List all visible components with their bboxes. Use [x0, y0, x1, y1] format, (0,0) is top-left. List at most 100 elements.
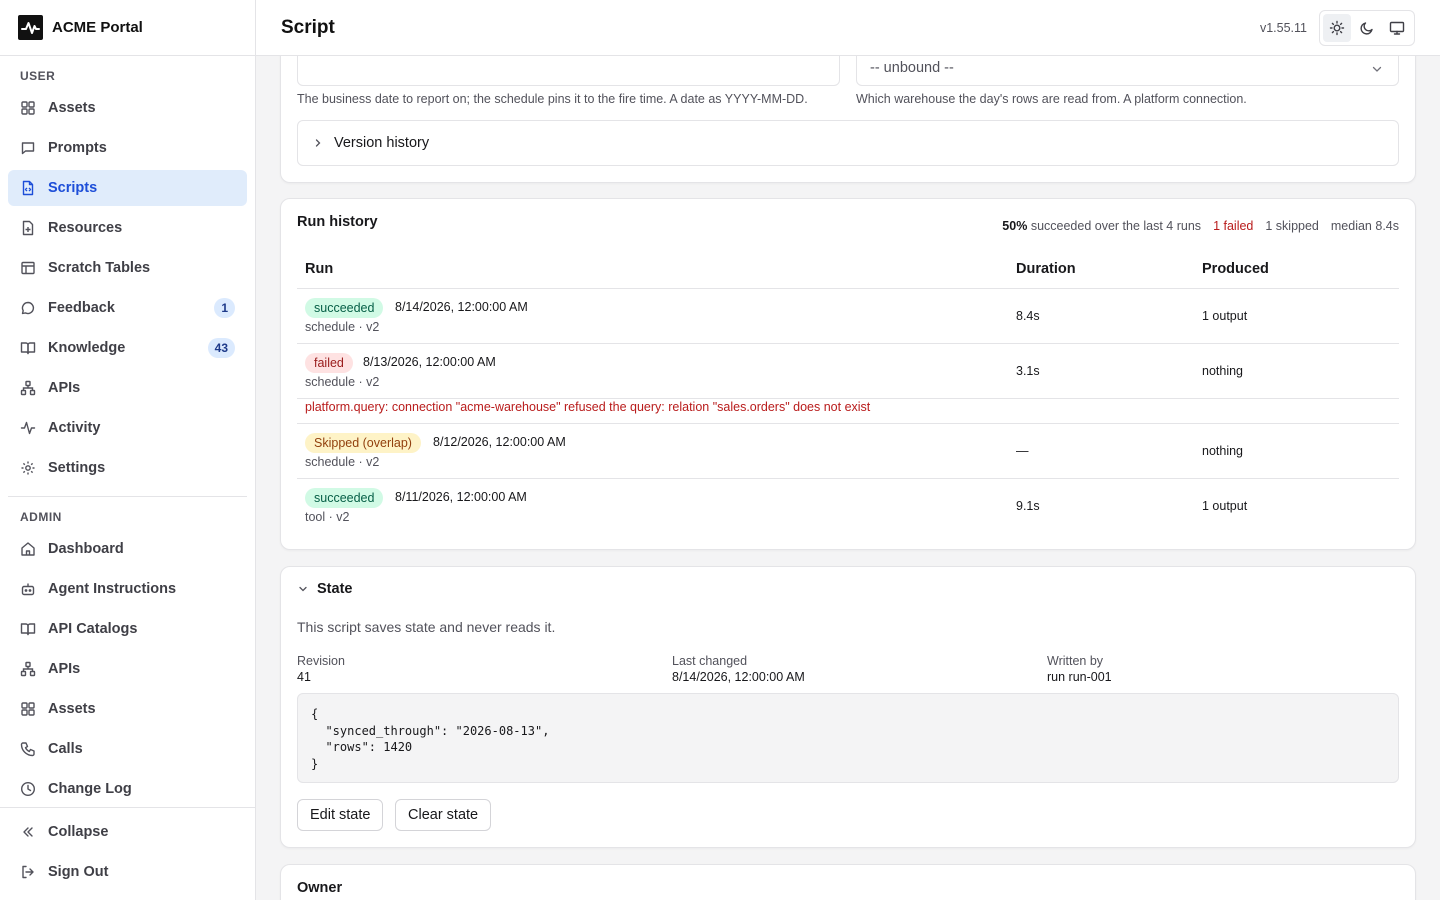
success-rate: 50% — [1002, 219, 1028, 233]
table-row[interactable]: succeeded 8/14/2026, 12:00:00 AM schedul… — [297, 289, 1399, 344]
written-by-value: run run-001 — [1047, 670, 1112, 684]
sidebar-item-label: Prompts — [48, 140, 107, 156]
brand[interactable]: ACME Portal — [0, 0, 255, 56]
acme-logo-icon — [18, 15, 43, 40]
sidebar-item-activity[interactable]: Activity — [8, 410, 247, 446]
sidebar-item-feedback[interactable]: Feedback 1 — [8, 290, 247, 326]
run-history-card: Run history 50% succeeded over the last … — [280, 198, 1416, 550]
sidebar-item-admin-assets[interactable]: Assets — [8, 691, 247, 727]
sign-out-label: Sign Out — [48, 864, 109, 880]
log-out-icon — [22, 865, 34, 879]
chevron-right-icon — [315, 139, 321, 147]
status-badge: failed — [305, 353, 353, 373]
gear-icon — [21, 461, 35, 475]
table-header: Run Duration Produced — [297, 256, 1399, 289]
page-title: Script — [281, 16, 335, 38]
sidebar-item-label: Assets — [48, 701, 96, 717]
last-changed-value: 8/14/2026, 12:00:00 AM — [672, 670, 805, 684]
network-icon — [20, 661, 36, 677]
parameters-card: -- unbound -- The business date to repor… — [280, 56, 1416, 183]
column-header-run: Run — [305, 261, 334, 277]
error-row: platform.query: connection "acme-warehou… — [297, 399, 1399, 424]
run-duration: 9.1s — [1016, 499, 1040, 513]
date-input[interactable] — [297, 56, 840, 86]
owner-card: Owner — [280, 864, 1416, 900]
table-row[interactable]: Skipped (overlap) 8/12/2026, 12:00:00 AM… — [297, 424, 1399, 479]
state-toggle[interactable]: State — [297, 581, 352, 597]
book-open-icon — [20, 623, 36, 636]
file-plus-icon — [22, 220, 34, 236]
sidebar-item-agent-instructions[interactable]: Agent Instructions — [8, 571, 247, 607]
table-row[interactable]: succeeded 8/11/2026, 12:00:00 AM tool · … — [297, 479, 1399, 534]
clear-state-button[interactable]: Clear state — [395, 799, 492, 831]
run-timestamp: 8/12/2026, 12:00:00 AM — [433, 435, 566, 449]
median-duration: median 8.4s — [1330, 219, 1399, 233]
warehouse-select[interactable]: -- unbound -- — [856, 56, 1399, 86]
sidebar-item-apis[interactable]: APIs — [8, 370, 247, 406]
run-source: tool · v2 — [305, 510, 350, 524]
message-square-icon — [21, 142, 35, 155]
sidebar-item-scripts[interactable]: Scripts — [8, 170, 247, 206]
table-icon — [21, 261, 35, 275]
top-bar: Script v1.55.11 — [256, 0, 1440, 56]
sidebar-item-resources[interactable]: Resources — [8, 210, 247, 246]
status-badge: succeeded — [305, 488, 384, 508]
run-duration: — — [1016, 444, 1029, 458]
last-changed-meta: Last changed 8/14/2026, 12:00:00 AM — [672, 654, 805, 684]
sidebar-item-label: API Catalogs — [48, 621, 138, 637]
version-history-label: Version history — [334, 135, 430, 151]
run-produced: 1 output — [1202, 309, 1248, 323]
monitor-icon — [1389, 21, 1405, 35]
sidebar-nav: USER Assets Prompts Scripts Resources Sc… — [0, 56, 255, 807]
count-badge: 43 — [207, 338, 235, 358]
book-open-icon — [20, 342, 36, 355]
sidebar-item-api-catalogs[interactable]: API Catalogs — [8, 611, 247, 647]
last-changed-label: Last changed — [672, 654, 748, 668]
message-circle-icon — [21, 301, 35, 315]
sidebar-item-change-log[interactable]: Change Log — [8, 771, 247, 807]
sidebar-item-label: Resources — [48, 220, 123, 236]
owner-title: Owner — [297, 880, 343, 896]
sidebar-item-label: Change Log — [48, 781, 132, 797]
run-source: schedule · v2 — [305, 320, 380, 334]
main-content: -- unbound -- The business date to repor… — [256, 56, 1440, 900]
run-duration: 3.1s — [1016, 364, 1040, 378]
grid-icon — [21, 702, 35, 716]
system-theme-button[interactable] — [1383, 14, 1411, 42]
revision-meta: Revision 41 — [297, 654, 345, 684]
state-title: State — [317, 581, 353, 597]
run-duration: 8.4s — [1016, 309, 1040, 323]
sidebar-item-dashboard[interactable]: Dashboard — [8, 531, 247, 567]
sidebar-item-label: Knowledge — [48, 340, 126, 356]
run-timestamp: 8/13/2026, 12:00:00 AM — [363, 355, 496, 369]
app-name: ACME Portal — [52, 19, 143, 36]
sidebar-item-label: Scripts — [48, 180, 98, 196]
sidebar-item-prompts[interactable]: Prompts — [8, 130, 247, 166]
sidebar: ACME Portal USER Assets Prompts Scripts … — [0, 0, 256, 900]
written-by-label: Written by — [1047, 654, 1104, 668]
edit-state-button[interactable]: Edit state — [297, 799, 384, 831]
collapse-button[interactable]: Collapse — [8, 814, 247, 850]
sidebar-item-calls[interactable]: Calls — [8, 731, 247, 767]
written-by-meta: Written by run run-001 — [1047, 654, 1112, 684]
file-code-icon — [22, 180, 34, 196]
version-history-toggle[interactable]: Version history — [297, 120, 1399, 166]
state-card: State This script saves state and never … — [280, 566, 1416, 848]
sidebar-item-knowledge[interactable]: Knowledge 43 — [8, 330, 247, 366]
light-theme-button[interactable] — [1323, 13, 1351, 42]
run-source: schedule · v2 — [305, 455, 380, 469]
theme-switcher — [1319, 9, 1415, 46]
sidebar-item-scratch-tables[interactable]: Scratch Tables — [8, 250, 247, 286]
error-message: platform.query: connection "acme-warehou… — [305, 400, 871, 414]
sidebar-item-label: Agent Instructions — [48, 581, 177, 597]
table-row[interactable]: failed 8/13/2026, 12:00:00 AM schedule ·… — [297, 344, 1399, 399]
dark-theme-button[interactable] — [1353, 14, 1381, 42]
home-icon — [21, 542, 35, 556]
run-produced: nothing — [1202, 364, 1244, 378]
sidebar-item-assets[interactable]: Assets — [8, 90, 247, 126]
sidebar-item-admin-apis[interactable]: APIs — [8, 651, 247, 687]
skipped-count: 1 skipped — [1265, 219, 1319, 233]
sidebar-footer: Collapse Sign Out — [0, 807, 255, 900]
sidebar-item-settings[interactable]: Settings — [8, 450, 247, 486]
sign-out-button[interactable]: Sign Out — [8, 854, 247, 890]
